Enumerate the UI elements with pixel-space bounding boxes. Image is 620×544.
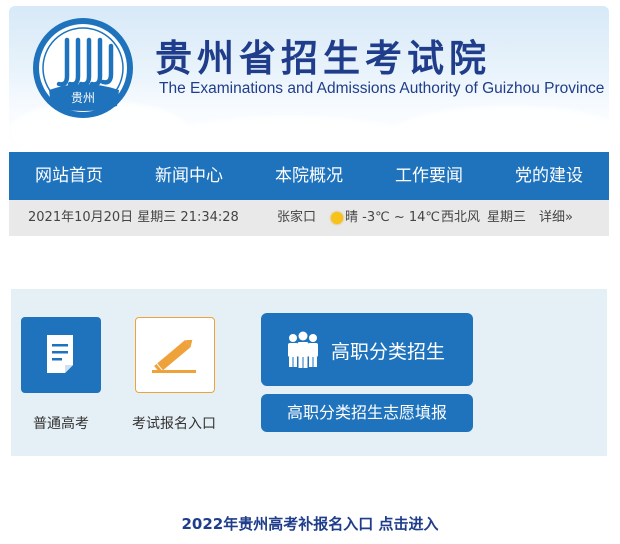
document-icon — [47, 335, 73, 373]
people-icon — [288, 331, 318, 368]
header-banner: 贵州 贵州省招生考试院 The Examinations and Admissi… — [9, 6, 609, 152]
info-bar: 2021年10月20日 星期三 21:34:28 张家口 晴 -3℃ ~ 14℃… — [9, 200, 609, 236]
vocational-volunteer-button[interactable]: 高职分类招生志愿填报 — [261, 394, 473, 432]
nav-item-home[interactable]: 网站首页 — [9, 152, 129, 200]
exam-signup-button[interactable] — [135, 317, 215, 393]
nav-item-party-building[interactable]: 党的建设 — [489, 152, 609, 200]
general-exam-label[interactable]: 普通高考 — [21, 413, 101, 433]
weather-wind: 西北风 — [441, 210, 481, 225]
nav-item-news[interactable]: 新闻中心 — [129, 152, 249, 200]
main-nav: 网站首页 新闻中心 本院概况 工作要闻 党的建设 — [9, 152, 609, 200]
quick-links-panel: 普通高考 考试报名入口 高职分类招生 高职分类招生志愿填报 — [11, 289, 607, 456]
logo-text: 贵州 — [71, 91, 95, 105]
pencil-icon — [152, 339, 196, 373]
general-exam-button[interactable] — [21, 317, 101, 393]
logo-emblem-icon: 贵州 — [33, 18, 133, 118]
cloud-decoration — [389, 106, 609, 152]
supplementary-registration-link[interactable]: 2022年贵州高考补报名入口 点击进入 — [0, 513, 620, 534]
site-title: 贵州省招生考试院 — [155, 36, 491, 80]
vocational-enrollment-label: 高职分类招生 — [331, 341, 446, 363]
vocational-enrollment-button[interactable]: 高职分类招生 — [261, 313, 473, 386]
nav-item-about[interactable]: 本院概况 — [249, 152, 369, 200]
site-subtitle: The Examinations and Admissions Authorit… — [159, 80, 605, 97]
cloud-decoration — [159, 116, 419, 152]
exam-signup-label[interactable]: 考试报名入口 — [119, 413, 229, 433]
nav-item-work-news[interactable]: 工作要闻 — [369, 152, 489, 200]
weather-city: 张家口 — [277, 210, 317, 225]
weather-weekday: 星期三 — [487, 210, 527, 225]
weather-detail-link[interactable]: 详细» — [539, 200, 573, 236]
sun-icon — [331, 212, 343, 224]
datetime: 2021年10月20日 星期三 21:34:28 — [28, 210, 239, 225]
weather-temp: 晴 -3℃ ~ 14℃ — [345, 210, 440, 225]
